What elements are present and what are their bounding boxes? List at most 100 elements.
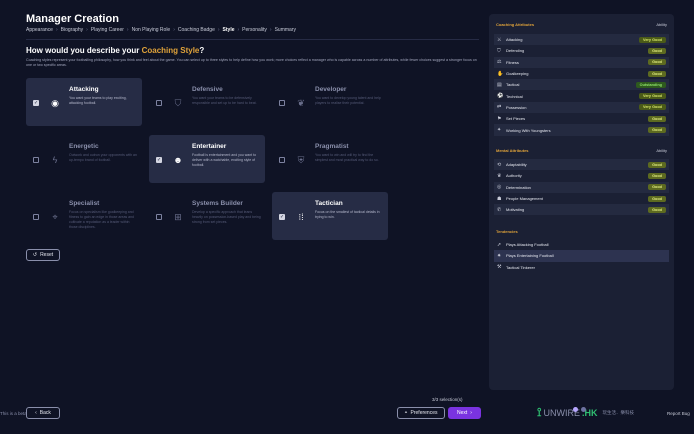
attribute-label: Possession <box>506 104 527 110</box>
youth-icon: ✦ <box>497 127 502 134</box>
style-name: Defensive <box>192 86 223 93</box>
shield-icon: ⛉ <box>174 97 182 108</box>
preferences-button[interactable]: ◓ Preferences <box>397 407 445 419</box>
tendency-row: ⚒ Tactical Tinkerer <box>494 262 669 273</box>
progress-dots <box>573 407 586 412</box>
back-button[interactable]: ‹ Back <box>26 407 60 419</box>
breadcrumb-biography[interactable]: Biography <box>61 27 84 33</box>
style-description: Outwork and outrun your opponents with a… <box>69 153 137 162</box>
lightning-icon: ϟ <box>52 155 58 165</box>
breadcrumb-playing-career[interactable]: Playing Career <box>91 27 124 33</box>
breadcrumb-personality[interactable]: Personality <box>242 27 267 33</box>
clipboard-icon: ▤ <box>497 81 502 88</box>
style-description: Focus on the smallest of tactical detail… <box>315 210 380 219</box>
style-name: Specialist <box>69 200 100 207</box>
style-checkbox[interactable] <box>156 214 162 220</box>
crosshair-icon: ⌖ <box>52 211 58 222</box>
style-card-defensive[interactable]: ⛉ Defensive You want your teams to be de… <box>149 78 265 126</box>
attribute-row: ⚔ Attacking Very Good <box>494 34 669 46</box>
question-suffix: ? <box>199 46 205 55</box>
wrench-icon: ⚒ <box>497 264 502 271</box>
grid-icon: ⊞ <box>174 211 182 222</box>
star-icon: ✷ <box>497 252 502 259</box>
style-description: Focus on specialism like goalkeeping and… <box>69 210 134 229</box>
style-name: Developer <box>315 86 347 93</box>
tendency-label: Plays Attacking Football <box>506 242 549 248</box>
preferences-label: Preferences <box>410 410 438 416</box>
attribute-badge: Very Good <box>639 36 666 43</box>
breadcrumb-coaching-badge[interactable]: Coaching Badge <box>178 27 215 33</box>
breadcrumb-summary[interactable]: Summary <box>275 27 296 33</box>
ball-icon: ⚽ <box>497 93 504 100</box>
style-card-systems-builder[interactable]: ⊞ Systems Builder Develop a specific app… <box>149 192 265 240</box>
attribute-row: ✦ Working With Youngsters Good <box>494 124 669 136</box>
tendencies-title: Tendencies <box>496 229 518 234</box>
style-checkbox[interactable] <box>279 157 285 163</box>
tactics-icon: ⁝⁞ <box>298 211 304 222</box>
mental-attributes-header: Mental Attributes Ability <box>496 148 667 153</box>
style-card-pragmatist[interactable]: ⛨ Pragmatist You want to win and will tr… <box>272 135 388 183</box>
breadcrumb-style[interactable]: Style <box>223 27 235 33</box>
style-card-specialist[interactable]: ⌖ Specialist Focus on specialism like go… <box>26 192 142 240</box>
breadcrumb-separator: › <box>86 27 88 33</box>
attribute-label: Authority <box>506 173 522 179</box>
breadcrumb-separator: › <box>55 27 58 33</box>
style-checkbox[interactable] <box>279 100 285 106</box>
style-description: Football is entertainment and you want t… <box>192 153 257 167</box>
people-icon: ☗ <box>497 195 502 202</box>
attribute-row: ▤ Tactical Outstanding <box>494 79 669 91</box>
style-checkbox[interactable] <box>33 157 39 163</box>
back-icon: ‹ <box>35 410 37 416</box>
style-card-attacking[interactable]: ✓ ◉ Attacking You want your teams to pla… <box>26 78 142 126</box>
attribute-row: ⟲ Adaptability Good <box>494 159 669 171</box>
ability-column-label: Ability <box>656 148 667 153</box>
breadcrumb: Appearance › Biography › Playing Career › N… <box>26 27 296 33</box>
header-divider <box>26 39 479 40</box>
attribute-row: ⛉ Defending Good <box>494 45 669 56</box>
question-prefix: How would you describe your <box>26 46 140 55</box>
mental-attributes-title: Mental Attributes <box>496 148 529 153</box>
attribute-row: ⚽ Technical Very Good <box>494 90 669 101</box>
arrow-icon: ➚ <box>497 241 502 248</box>
attribute-badge: Good <box>648 115 666 122</box>
attribute-badge: Very Good <box>639 93 666 100</box>
coaching-attributes-list: ⚔ Attacking Very Good ⛉ Defending Good ⚖ Fitn… <box>494 34 669 136</box>
shield-check-icon: ⛨ <box>297 154 305 165</box>
attribute-badge: Good <box>648 127 666 134</box>
style-checkbox[interactable]: ✓ <box>33 100 39 106</box>
ability-column-label: Ability <box>656 22 667 27</box>
mental-attributes-list: ⟲ Adaptability Good ♛ Authority Good ◎ Determ… <box>494 159 669 216</box>
style-description: You want your teams to be defensively re… <box>192 96 257 105</box>
breadcrumb-appearance[interactable]: Appearance <box>26 27 53 33</box>
authority-icon: ♛ <box>497 172 502 179</box>
intro-text: Coaching styles represent your footballi… <box>26 58 477 67</box>
style-card-energetic[interactable]: ϟ Energetic Outwork and outrun your oppo… <box>26 135 142 183</box>
next-button[interactable]: Next › <box>448 407 481 419</box>
tendency-label: Tactical Tinkerer <box>506 264 535 270</box>
style-checkbox[interactable] <box>156 100 162 106</box>
attribute-row: ☗ People Management Good <box>494 193 669 204</box>
progress-dot <box>573 407 578 412</box>
attribute-label: Tactical <box>506 82 520 88</box>
style-checkbox[interactable]: ✓ <box>279 214 285 220</box>
style-checkbox[interactable]: ✓ <box>156 157 162 163</box>
section-question: How would you describe your Coaching Sty… <box>26 46 204 55</box>
style-card-developer[interactable]: ❦ Developer You want to develop young ta… <box>272 78 388 126</box>
style-card-entertainer[interactable]: ✓ ☻ Entertainer Football is entertainmen… <box>149 135 265 183</box>
style-checkbox[interactable] <box>33 214 39 220</box>
tendency-label: Plays Entertaining Football <box>506 253 554 259</box>
attribute-badge: Good <box>648 195 666 202</box>
attribute-badge: Good <box>648 70 666 77</box>
attribute-label: Set Pieces <box>506 116 526 122</box>
breadcrumb-non-playing-role[interactable]: Non Playing Role <box>132 27 171 33</box>
attribute-row: ✆ Motivating Good <box>494 204 669 216</box>
tendency-row: ✷ Plays Entertaining Football <box>494 250 669 262</box>
style-card-tactician[interactable]: ✓ ⁝⁞ Tactician Focus on the smallest of … <box>272 192 388 240</box>
style-name: Entertainer <box>192 143 227 150</box>
reset-button[interactable]: ↺ Reset <box>26 249 60 261</box>
style-name: Energetic <box>69 143 99 150</box>
attribute-label: Attacking <box>506 37 523 43</box>
breadcrumb-separator: › <box>217 27 220 33</box>
glove-icon: ✋ <box>497 70 504 77</box>
report-bug-link[interactable]: Report Bug <box>667 411 690 416</box>
